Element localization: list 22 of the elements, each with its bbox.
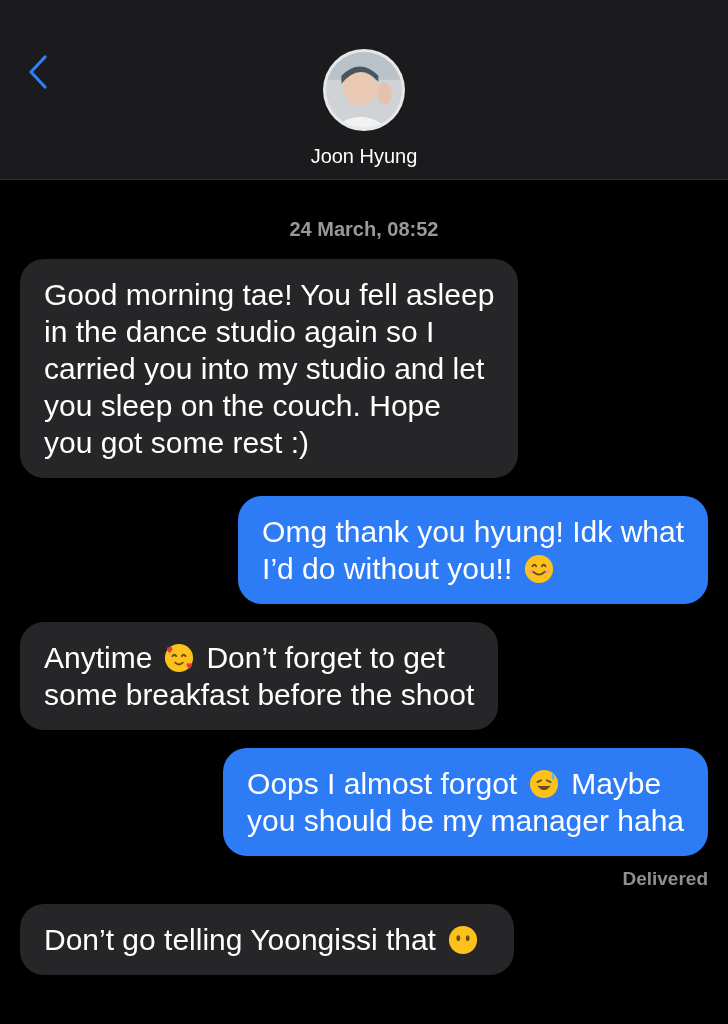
message-text: Maybe [571, 766, 662, 802]
message-text: Good morning tae! You fell asleep [44, 277, 495, 313]
message-text: carried you into my studio and let [44, 351, 485, 387]
message-text: Omg thank you hyung! Idk what [262, 514, 684, 550]
message-text: I’d do without you!! [262, 551, 513, 587]
message-text: some breakfast before the shoot [44, 677, 475, 713]
face-with-hearts-icon [164, 642, 195, 673]
delivery-status: Delivered [622, 868, 708, 890]
contact-name[interactable]: Joon Hyung [310, 145, 418, 168]
message-text: you got some rest :) [44, 425, 310, 461]
sweating-face-icon [529, 768, 560, 799]
message-text: Oops I almost forgot [247, 766, 518, 802]
back-icon[interactable] [28, 55, 48, 89]
timestamp: 24 March, 08:52 [289, 218, 439, 241]
smiling-face-icon [524, 553, 555, 584]
message-text: in the dance studio again so I [44, 314, 435, 350]
face-without-mouth-icon [447, 924, 478, 955]
message-text: you sleep on the couch. Hope [44, 388, 441, 424]
message-text: Don’t go telling Yoongissi that [44, 922, 436, 958]
message-text: Anytime [44, 640, 153, 676]
message-text: you should be my manager haha [247, 803, 684, 839]
message-text: Don’t forget to get [206, 640, 445, 676]
